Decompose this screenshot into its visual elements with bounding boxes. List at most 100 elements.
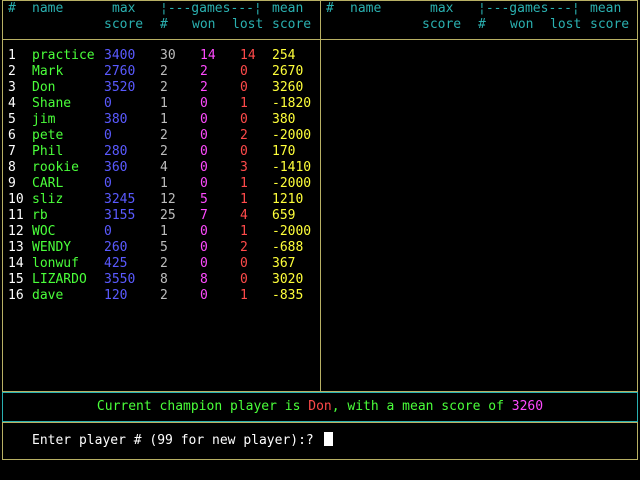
games-played: 25 bbox=[160, 208, 176, 223]
games-played: 2 bbox=[160, 144, 168, 159]
player-name: rookie bbox=[32, 160, 79, 175]
games-won: 0 bbox=[200, 96, 208, 111]
games-lost: 1 bbox=[240, 176, 248, 191]
champion-score: 3260 bbox=[511, 399, 544, 414]
player-name: sliz bbox=[32, 192, 64, 207]
games-lost: 1 bbox=[240, 224, 248, 239]
player-name: WOC bbox=[32, 224, 56, 239]
row-number: 10 bbox=[8, 192, 24, 207]
mean-score: 380 bbox=[272, 112, 296, 127]
mean-score: -1410 bbox=[272, 160, 312, 175]
games-played: 2 bbox=[160, 256, 168, 271]
games-lost: 1 bbox=[240, 192, 248, 207]
header-name: name bbox=[350, 1, 382, 16]
games-played: 1 bbox=[160, 224, 168, 239]
max-score: 3400 bbox=[104, 48, 136, 63]
games-won: 0 bbox=[200, 288, 208, 303]
games-played: 2 bbox=[160, 80, 168, 95]
games-won: 0 bbox=[200, 160, 208, 175]
player-name: dave bbox=[32, 288, 64, 303]
mean-score: 3260 bbox=[272, 80, 304, 95]
header-games-hash: # bbox=[160, 17, 168, 32]
games-played: 5 bbox=[160, 240, 168, 255]
player-name: WENDY bbox=[32, 240, 72, 255]
mean-score: -2000 bbox=[272, 176, 312, 191]
games-lost: 14 bbox=[240, 48, 256, 63]
max-score: 2760 bbox=[104, 64, 136, 79]
games-lost: 0 bbox=[240, 144, 248, 159]
row-number: 11 bbox=[8, 208, 24, 223]
games-lost: 2 bbox=[240, 240, 248, 255]
max-score: 425 bbox=[104, 256, 128, 271]
mean-score: 3020 bbox=[272, 272, 304, 287]
games-won: 0 bbox=[200, 256, 208, 271]
player-name: pete bbox=[32, 128, 64, 143]
games-won: 0 bbox=[200, 112, 208, 127]
games-lost: 0 bbox=[240, 272, 248, 287]
row-number: 9 bbox=[8, 176, 16, 191]
player-name: Mark bbox=[32, 64, 64, 79]
games-won: 2 bbox=[200, 64, 208, 79]
games-lost: 0 bbox=[240, 80, 248, 95]
games-played: 2 bbox=[160, 128, 168, 143]
header-won: won bbox=[510, 17, 534, 32]
games-played: 2 bbox=[160, 64, 168, 79]
games-lost: 0 bbox=[240, 64, 248, 79]
player-name: Don bbox=[32, 80, 56, 95]
mean-score: -688 bbox=[272, 240, 304, 255]
games-won: 0 bbox=[200, 128, 208, 143]
text-cursor[interactable] bbox=[323, 432, 333, 446]
champion-name: Don bbox=[308, 399, 332, 414]
mean-score: 2670 bbox=[272, 64, 304, 79]
player-name: Phil bbox=[32, 144, 64, 159]
games-won: 0 bbox=[200, 240, 208, 255]
row-number: 13 bbox=[8, 240, 24, 255]
row-number: 7 bbox=[8, 144, 16, 159]
header-mean-score: score bbox=[272, 17, 312, 32]
games-played: 30 bbox=[160, 48, 176, 63]
player-name: LIZARDO bbox=[32, 272, 87, 287]
row-number: 14 bbox=[8, 256, 24, 271]
games-played: 1 bbox=[160, 112, 168, 127]
player-name: practice bbox=[32, 48, 95, 63]
games-lost: 1 bbox=[240, 96, 248, 111]
games-played: 4 bbox=[160, 160, 168, 175]
games-played: 12 bbox=[160, 192, 176, 207]
player-name: lonwuf bbox=[32, 256, 79, 271]
header-name: name bbox=[32, 1, 64, 16]
header-score: score bbox=[422, 17, 462, 32]
header-hash: # bbox=[326, 1, 334, 16]
player-table-right: # name max ¦---games---¦ mean score # wo… bbox=[320, 0, 638, 392]
player-table-left: # name max ¦---games---¦ mean score # wo… bbox=[2, 0, 321, 392]
player-name: CARL bbox=[32, 176, 64, 191]
max-score: 0 bbox=[104, 128, 112, 143]
games-played: 1 bbox=[160, 96, 168, 111]
max-score: 280 bbox=[104, 144, 128, 159]
player-prompt[interactable]: Enter player # (99 for new player):? bbox=[2, 422, 638, 460]
games-played: 1 bbox=[160, 176, 168, 191]
max-score: 3245 bbox=[104, 192, 136, 207]
games-lost: 3 bbox=[240, 160, 248, 175]
mean-score: -1820 bbox=[272, 96, 312, 111]
max-score: 0 bbox=[104, 224, 112, 239]
row-number: 15 bbox=[8, 272, 24, 287]
max-score: 260 bbox=[104, 240, 128, 255]
mean-score: 254 bbox=[272, 48, 296, 63]
games-lost: 0 bbox=[240, 256, 248, 271]
header-lost: lost bbox=[550, 17, 582, 32]
player-name: Shane bbox=[32, 96, 72, 111]
header-max: max bbox=[112, 1, 136, 16]
header-won: won bbox=[192, 17, 216, 32]
header-lost: lost bbox=[232, 17, 264, 32]
max-score: 3550 bbox=[104, 272, 136, 287]
games-lost: 4 bbox=[240, 208, 248, 223]
row-number: 6 bbox=[8, 128, 16, 143]
prompt-text: Enter player # (99 for new player):? bbox=[32, 433, 322, 448]
max-score: 3520 bbox=[104, 80, 136, 95]
player-name: jim bbox=[32, 112, 56, 127]
champion-prefix: Current champion player is bbox=[96, 399, 309, 414]
header-games-hash: # bbox=[478, 17, 486, 32]
champion-status: Current champion player is Don, with a m… bbox=[2, 392, 638, 422]
row-number: 8 bbox=[8, 160, 16, 175]
header-score: score bbox=[104, 17, 144, 32]
